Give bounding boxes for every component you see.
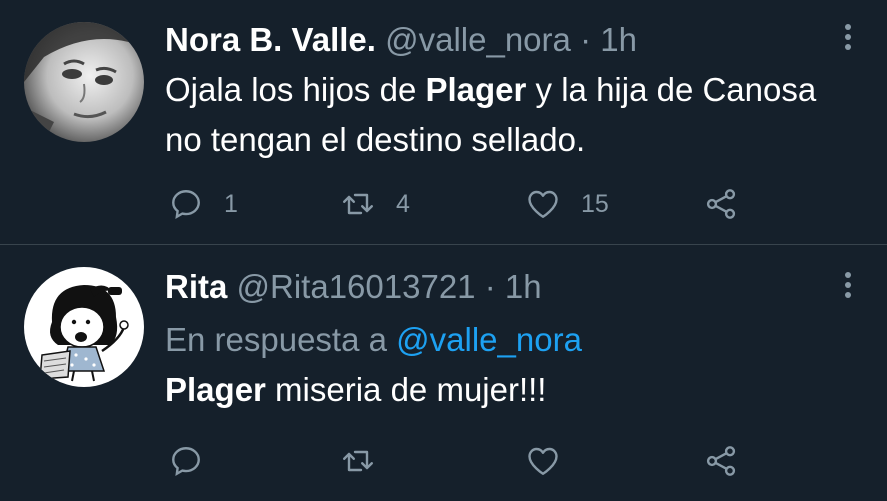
author-name[interactable]: Nora B. Valle. — [165, 21, 376, 58]
tweet[interactable]: Nora B. Valle. @valle_nora · 1h Ojala lo… — [0, 0, 887, 245]
timestamp[interactable]: 1h — [505, 268, 542, 305]
text-segment: miseria de mujer!!! — [265, 371, 547, 408]
separator-dot: · — [580, 21, 592, 58]
share-icon — [706, 189, 736, 219]
heart-icon — [528, 447, 558, 475]
tweet-actions: 1 4 15 — [165, 184, 765, 224]
reply-button[interactable]: 1 — [168, 184, 238, 224]
author-handle[interactable]: @valle_nora — [385, 21, 571, 58]
like-count: 15 — [581, 189, 609, 218]
tweet-header: Nora B. Valle. @valle_nora · 1h — [165, 20, 637, 60]
reply-mention-link[interactable]: @valle_nora — [396, 321, 582, 358]
reply-button[interactable] — [168, 441, 204, 481]
face-photo-icon — [24, 22, 144, 142]
reply-context: En respuesta a @valle_nora — [165, 315, 582, 365]
timestamp[interactable]: 1h — [600, 21, 637, 58]
share-icon — [706, 446, 736, 476]
author-name[interactable]: Rita — [165, 268, 227, 305]
reply-prefix: En respuesta a — [165, 321, 387, 358]
retweet-button[interactable] — [340, 441, 376, 481]
avatar[interactable] — [24, 267, 144, 387]
mafalda-cartoon-icon — [24, 267, 144, 387]
reply-icon — [172, 447, 200, 477]
tweet-text: Ojala los hijos de Plager y la hija de C… — [165, 65, 855, 165]
text-bold-segment: Plager — [425, 71, 527, 108]
reply-count: 1 — [224, 189, 238, 218]
tweet-text: Plager miseria de mujer!!! — [165, 365, 855, 415]
tweet-actions — [165, 441, 765, 481]
text-segment: Ojala los hijos de — [165, 71, 426, 108]
retweet-button[interactable]: 4 — [340, 184, 410, 224]
share-button[interactable] — [703, 184, 739, 224]
separator-dot: · — [484, 268, 496, 305]
like-button[interactable] — [525, 441, 561, 481]
share-button[interactable] — [703, 441, 739, 481]
more-options-icon[interactable] — [843, 272, 853, 306]
tweet-header: Rita @Rita16013721 · 1h — [165, 267, 542, 307]
retweet-icon — [343, 450, 373, 472]
like-button[interactable]: 15 — [525, 184, 609, 224]
more-options-icon[interactable] — [843, 24, 853, 58]
retweet-count: 4 — [396, 189, 410, 218]
tweet[interactable]: Rita @Rita16013721 · 1h En respuesta a @… — [0, 245, 887, 501]
retweet-icon — [343, 193, 373, 215]
reply-icon — [172, 190, 200, 220]
heart-icon — [528, 190, 558, 218]
text-bold-segment: Plager — [165, 371, 266, 408]
author-handle[interactable]: @Rita16013721 — [237, 268, 476, 305]
avatar[interactable] — [24, 22, 144, 142]
